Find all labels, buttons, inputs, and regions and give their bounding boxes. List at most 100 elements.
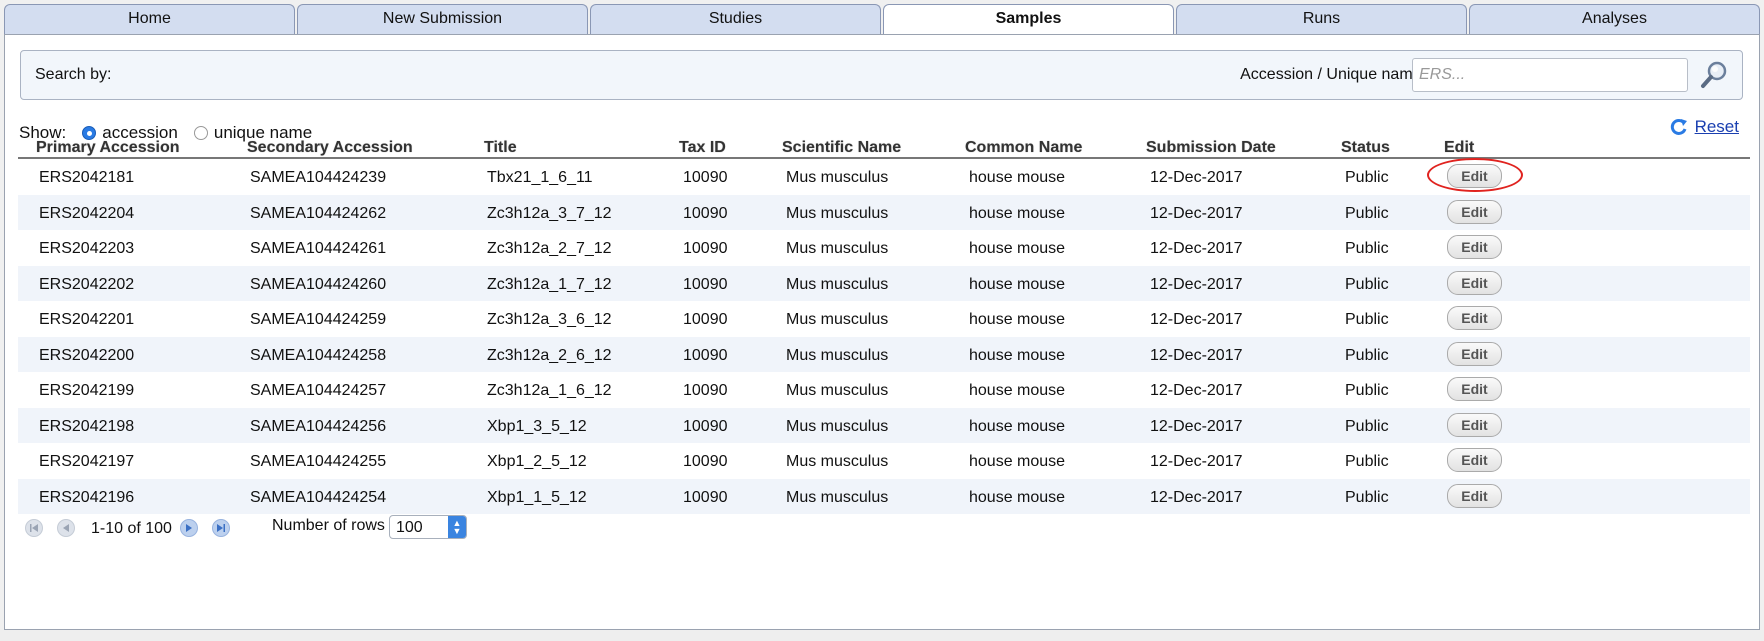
col-primary-accession[interactable]: Primary Accession bbox=[36, 139, 179, 157]
cell-common-name: house mouse bbox=[969, 311, 1066, 328]
edit-button[interactable]: Edit bbox=[1447, 164, 1502, 188]
samples-panel: Search by: Accession / Unique name: Show… bbox=[4, 34, 1760, 630]
cell-secondary-accession: SAMEA104424257 bbox=[250, 382, 387, 399]
edit-button[interactable]: Edit bbox=[1447, 235, 1502, 259]
tab-new-submission[interactable]: New Submission bbox=[297, 4, 588, 34]
cell-tax-id: 10090 bbox=[683, 275, 728, 293]
edit-button[interactable]: Edit bbox=[1447, 306, 1502, 330]
edit-button[interactable]: Edit bbox=[1447, 377, 1502, 401]
cell-primary-accession: ERS2042196 bbox=[39, 488, 135, 506]
edit-button[interactable]: Edit bbox=[1447, 199, 1502, 224]
cell-tax-id: 10090 bbox=[683, 417, 728, 435]
cell-primary-accession: ERS2042181 bbox=[39, 169, 135, 186]
bottom-strip bbox=[0, 630, 1764, 641]
cell-scientific-name: Mus musculus bbox=[786, 417, 889, 435]
cell-scientific-name: Mus musculus bbox=[786, 488, 889, 506]
table-row[interactable]: ERS2042202 SAMEA104424260 Zc3h12a_1_7_12 10… bbox=[18, 265, 1750, 301]
first-page-icon[interactable] bbox=[25, 519, 43, 537]
cell-secondary-accession: SAMEA104424260 bbox=[250, 275, 387, 293]
edit-button[interactable]: Edit bbox=[1447, 341, 1502, 366]
col-scientific-name[interactable]: Scientific Name bbox=[782, 139, 901, 157]
page-info: 1-10 of 100 bbox=[91, 520, 172, 537]
cell-scientific-name: Mus musculus bbox=[786, 311, 889, 328]
cell-common-name: house mouse bbox=[969, 204, 1066, 222]
cell-primary-accession: ERS2042203 bbox=[39, 240, 135, 257]
edit-button[interactable]: Edit bbox=[1447, 270, 1502, 295]
cell-secondary-accession: SAMEA104424261 bbox=[250, 240, 387, 257]
cell-title: Zc3h12a_1_7_12 bbox=[487, 275, 612, 293]
cell-tax-id: 10090 bbox=[683, 311, 728, 328]
table-row[interactable]: ERS2042198 SAMEA104424256 Xbp1_3_5_12 10090… bbox=[18, 407, 1750, 443]
edit-button[interactable]: Edit bbox=[1447, 448, 1502, 472]
cell-secondary-accession: SAMEA104424259 bbox=[250, 311, 387, 328]
cell-secondary-accession: SAMEA104424262 bbox=[250, 204, 387, 222]
col-status[interactable]: Status bbox=[1341, 139, 1390, 157]
cell-title: Zc3h12a_2_7_12 bbox=[487, 240, 612, 257]
cell-secondary-accession: SAMEA104424254 bbox=[250, 488, 387, 506]
tab-samples[interactable]: Samples bbox=[883, 4, 1174, 35]
cell-primary-accession: ERS2042197 bbox=[39, 453, 135, 470]
table-row[interactable]: ERS2042204 SAMEA104424262 Zc3h12a_3_7_12 10… bbox=[18, 194, 1750, 230]
edit-button[interactable]: Edit bbox=[1447, 483, 1502, 508]
cell-scientific-name: Mus musculus bbox=[786, 382, 889, 399]
cell-submission-date: 12-Dec-2017 bbox=[1150, 204, 1243, 222]
table-row[interactable]: ERS2042200 SAMEA104424258 Zc3h12a_2_6_12 10… bbox=[18, 336, 1750, 372]
cell-scientific-name: Mus musculus bbox=[786, 204, 889, 222]
col-common-name[interactable]: Common Name bbox=[965, 139, 1082, 157]
cell-title: Xbp1_3_5_12 bbox=[487, 417, 587, 435]
cell-secondary-accession: SAMEA104424258 bbox=[250, 346, 387, 364]
cell-tax-id: 10090 bbox=[683, 204, 728, 222]
next-page-icon[interactable] bbox=[180, 519, 198, 537]
cell-submission-date: 12-Dec-2017 bbox=[1150, 488, 1243, 506]
col-submission-date[interactable]: Submission Date bbox=[1146, 139, 1276, 157]
rows-per-page-label: Number of rows bbox=[272, 517, 385, 534]
cell-tax-id: 10090 bbox=[683, 169, 728, 186]
table-row[interactable]: ERS2042203 SAMEA104424261 Zc3h12a_2_7_12 10… bbox=[18, 230, 1750, 266]
accession-search-input[interactable] bbox=[1412, 58, 1688, 92]
cell-status: Public bbox=[1345, 382, 1389, 399]
cell-scientific-name: Mus musculus bbox=[786, 240, 889, 257]
cell-status: Public bbox=[1345, 453, 1389, 470]
col-tax-id[interactable]: Tax ID bbox=[679, 139, 726, 157]
cell-tax-id: 10090 bbox=[683, 240, 728, 257]
pagination: 1-10 of 100 Number of rows 100 ▲ ▼ bbox=[19, 515, 719, 547]
edit-button[interactable]: Edit bbox=[1447, 412, 1502, 437]
rows-per-page-value: 100 bbox=[396, 519, 423, 536]
cell-primary-accession: ERS2042198 bbox=[39, 417, 135, 435]
table-row[interactable]: ERS2042199 SAMEA104424257 Zc3h12a_1_6_12 10… bbox=[18, 372, 1750, 408]
cell-submission-date: 12-Dec-2017 bbox=[1150, 275, 1243, 293]
cell-submission-date: 12-Dec-2017 bbox=[1150, 169, 1243, 186]
tab-analyses[interactable]: Analyses bbox=[1469, 4, 1760, 34]
table-row[interactable]: ERS2042181 SAMEA104424239 Tbx21_1_6_11 1009… bbox=[18, 158, 1750, 195]
col-edit: Edit bbox=[1444, 139, 1475, 156]
table-row[interactable]: ERS2042201 SAMEA104424259 Zc3h12a_3_6_12 10… bbox=[18, 301, 1750, 337]
rows-per-page-select[interactable]: 100 ▲ ▼ bbox=[389, 515, 467, 539]
cell-common-name: house mouse bbox=[969, 453, 1066, 470]
cell-status: Public bbox=[1345, 169, 1389, 186]
accession-field-label: Accession / Unique name: bbox=[1240, 66, 1426, 83]
cell-submission-date: 12-Dec-2017 bbox=[1150, 311, 1243, 328]
cell-title: Xbp1_2_5_12 bbox=[487, 453, 587, 470]
cell-status: Public bbox=[1345, 488, 1389, 506]
cell-secondary-accession: SAMEA104424239 bbox=[250, 169, 387, 186]
cell-title: Xbp1_1_5_12 bbox=[487, 488, 587, 506]
cell-submission-date: 12-Dec-2017 bbox=[1150, 346, 1243, 364]
cell-tax-id: 10090 bbox=[683, 382, 728, 399]
cell-status: Public bbox=[1345, 346, 1389, 364]
tab-studies[interactable]: Studies bbox=[590, 4, 881, 34]
cell-common-name: house mouse bbox=[969, 275, 1066, 293]
tab-home[interactable]: Home bbox=[4, 4, 295, 34]
col-title[interactable]: Title bbox=[484, 139, 517, 157]
col-secondary-accession[interactable]: Secondary Accession bbox=[247, 139, 413, 157]
search-icon[interactable] bbox=[1698, 57, 1732, 91]
cell-tax-id: 10090 bbox=[683, 453, 728, 470]
cell-common-name: house mouse bbox=[969, 169, 1066, 186]
cell-primary-accession: ERS2042200 bbox=[39, 346, 135, 364]
prev-page-icon[interactable] bbox=[57, 519, 75, 537]
tab-runs[interactable]: Runs bbox=[1176, 4, 1467, 34]
cell-submission-date: 12-Dec-2017 bbox=[1150, 240, 1243, 257]
table-row[interactable]: ERS2042196 SAMEA104424254 Xbp1_1_5_12 10090… bbox=[18, 478, 1750, 514]
cell-scientific-name: Mus musculus bbox=[786, 169, 889, 186]
table-row[interactable]: ERS2042197 SAMEA104424255 Xbp1_2_5_12 10090… bbox=[18, 443, 1750, 479]
last-page-icon[interactable] bbox=[212, 519, 230, 537]
